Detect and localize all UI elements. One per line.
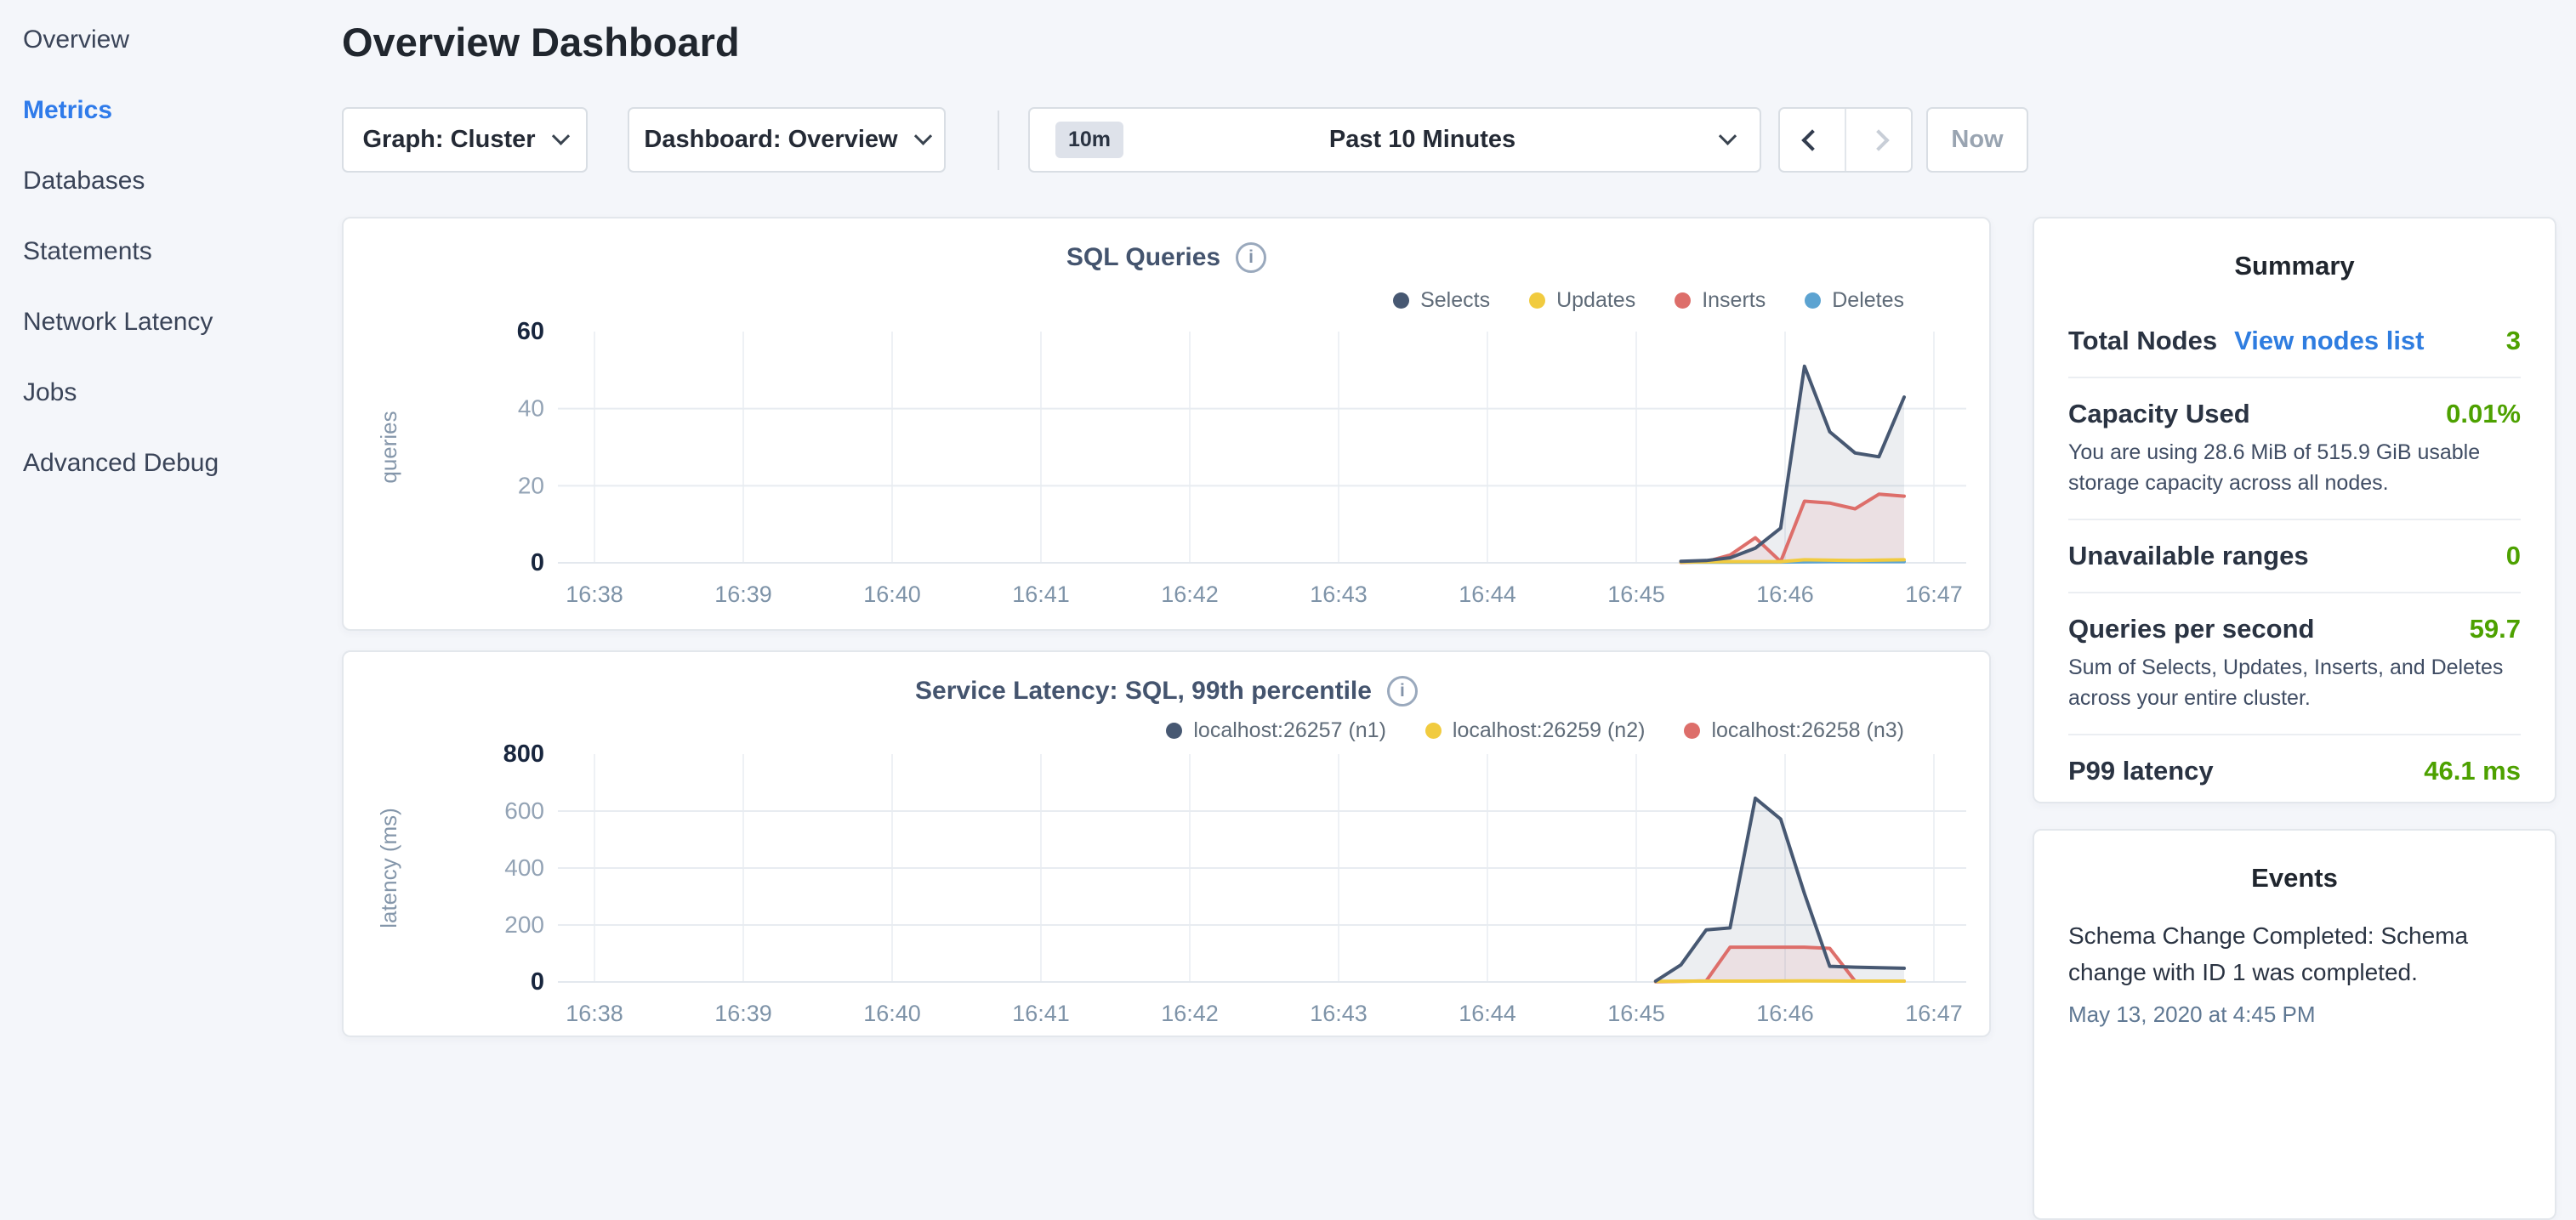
svg-text:16:43: 16:43 xyxy=(1310,582,1368,607)
summary-row-unavailable-ranges: Unavailable ranges 0 xyxy=(2068,520,2521,593)
service-latency-chart: 16:38 16:39 16:40 16:41 16:42 16:43 16:44 16:45… xyxy=(344,652,1989,1036)
svg-text:latency (ms): latency (ms) xyxy=(376,808,401,928)
svg-text:16:41: 16:41 xyxy=(1012,582,1070,607)
summary-title: Summary xyxy=(2068,251,2521,281)
service-latency-chart-card: Service Latency: SQL, 99th percentile i … xyxy=(342,650,1991,1037)
svg-text:16:45: 16:45 xyxy=(1607,1001,1665,1026)
svg-text:16:38: 16:38 xyxy=(566,1001,623,1026)
svg-text:20: 20 xyxy=(518,472,544,498)
summary-label: P99 latency xyxy=(2068,756,2214,786)
sidebar-item-metrics[interactable]: Metrics xyxy=(23,96,342,125)
sidebar-item-advanced-debug[interactable]: Advanced Debug xyxy=(23,449,342,478)
summary-panel: Summary Total Nodes View nodes list 3 Ca… xyxy=(2033,217,2556,803)
svg-text:0: 0 xyxy=(531,549,544,576)
chevron-down-icon xyxy=(913,128,931,145)
svg-text:40: 40 xyxy=(518,395,544,422)
summary-value: 46.1 ms xyxy=(2424,756,2521,786)
dashboard-dropdown-label: Dashboard: Overview xyxy=(644,126,897,154)
summary-label: Queries per second xyxy=(2068,614,2314,644)
time-step-buttons xyxy=(1778,107,1913,173)
toolbar-divider xyxy=(998,111,999,170)
graph-scope-dropdown[interactable]: Graph: Cluster xyxy=(342,107,588,173)
svg-text:16:45: 16:45 xyxy=(1607,582,1665,607)
svg-text:16:44: 16:44 xyxy=(1459,582,1516,607)
svg-text:16:40: 16:40 xyxy=(863,1001,921,1026)
summary-row-queries-per-second: Queries per second 59.7 Sum of Selects, … xyxy=(2068,593,2521,735)
sidebar-item-statements[interactable]: Statements xyxy=(23,237,342,266)
svg-text:600: 600 xyxy=(504,797,544,824)
svg-text:800: 800 xyxy=(503,741,544,768)
svg-text:16:39: 16:39 xyxy=(714,1001,772,1026)
svg-text:16:46: 16:46 xyxy=(1756,582,1814,607)
svg-text:16:44: 16:44 xyxy=(1459,1001,1516,1026)
dashboard-dropdown[interactable]: Dashboard: Overview xyxy=(628,107,946,173)
summary-description: Sum of Selects, Updates, Inserts, and De… xyxy=(2068,653,2521,713)
sidebar-item-jobs[interactable]: Jobs xyxy=(23,378,342,407)
sql-queries-chart: 16:38 16:39 16:40 16:41 16:42 16:43 16:44 16:45… xyxy=(344,218,1989,629)
event-text: Schema Change Completed: Schema change w… xyxy=(2068,917,2521,991)
svg-text:16:40: 16:40 xyxy=(863,582,921,607)
sql-queries-chart-card: SQL Queries i Selects Updates Inserts De… xyxy=(342,217,1991,631)
graph-scope-dropdown-label: Graph: Cluster xyxy=(362,126,535,154)
sidebar-item-databases[interactable]: Databases xyxy=(23,167,342,196)
svg-text:16:46: 16:46 xyxy=(1756,1001,1814,1026)
svg-text:60: 60 xyxy=(517,318,544,345)
chevron-left-icon xyxy=(1801,129,1823,150)
summary-label: Unavailable ranges xyxy=(2068,541,2309,571)
events-title: Events xyxy=(2068,863,2521,894)
svg-text:16:42: 16:42 xyxy=(1161,582,1219,607)
time-window-selector[interactable]: 10m Past 10 Minutes xyxy=(1028,107,1761,173)
svg-text:16:39: 16:39 xyxy=(714,582,772,607)
svg-text:16:43: 16:43 xyxy=(1310,1001,1368,1026)
sidebar-item-overview[interactable]: Overview xyxy=(23,26,342,54)
page-title: Overview Dashboard xyxy=(342,19,740,65)
svg-text:16:41: 16:41 xyxy=(1012,1001,1070,1026)
summary-description: You are using 28.6 MiB of 515.9 GiB usab… xyxy=(2068,438,2521,498)
events-panel: Events Schema Change Completed: Schema c… xyxy=(2033,829,2556,1220)
svg-text:400: 400 xyxy=(504,854,544,881)
svg-text:0: 0 xyxy=(531,968,544,996)
summary-row-total-nodes: Total Nodes View nodes list 3 xyxy=(2068,305,2521,378)
time-window-label: Past 10 Minutes xyxy=(1147,126,1697,154)
event-list-item[interactable]: Schema Change Completed: Schema change w… xyxy=(2068,917,2521,1028)
now-button[interactable]: Now xyxy=(1926,107,2028,173)
time-window-badge: 10m xyxy=(1055,122,1123,158)
summary-value: 59.7 xyxy=(2470,614,2521,644)
event-timestamp: May 13, 2020 at 4:45 PM xyxy=(2068,1002,2521,1028)
summary-row-capacity-used: Capacity Used 0.01% You are using 28.6 M… xyxy=(2068,378,2521,520)
sidebar-item-network-latency[interactable]: Network Latency xyxy=(23,308,342,337)
sidebar: Overview Metrics Databases Statements Ne… xyxy=(0,0,342,478)
summary-label: Capacity Used xyxy=(2068,399,2250,429)
summary-value: 0.01% xyxy=(2446,399,2521,429)
summary-value: 3 xyxy=(2506,326,2521,356)
svg-text:16:38: 16:38 xyxy=(566,582,623,607)
svg-text:200: 200 xyxy=(504,911,544,938)
summary-value: 0 xyxy=(2506,541,2521,571)
svg-text:16:42: 16:42 xyxy=(1161,1001,1219,1026)
time-step-back-button[interactable] xyxy=(1780,109,1846,171)
summary-row-p99-latency: P99 latency 46.1 ms xyxy=(2068,735,2521,803)
svg-text:queries: queries xyxy=(376,411,401,483)
chevron-down-icon xyxy=(551,128,569,145)
svg-text:16:47: 16:47 xyxy=(1905,582,1963,607)
time-step-forward-button[interactable] xyxy=(1846,109,1911,171)
chevron-right-icon xyxy=(1868,129,1889,150)
summary-label: Total Nodes xyxy=(2068,326,2217,356)
chevron-down-icon xyxy=(1719,128,1737,145)
view-nodes-list-link[interactable]: View nodes list xyxy=(2234,326,2424,356)
svg-text:16:47: 16:47 xyxy=(1905,1001,1963,1026)
